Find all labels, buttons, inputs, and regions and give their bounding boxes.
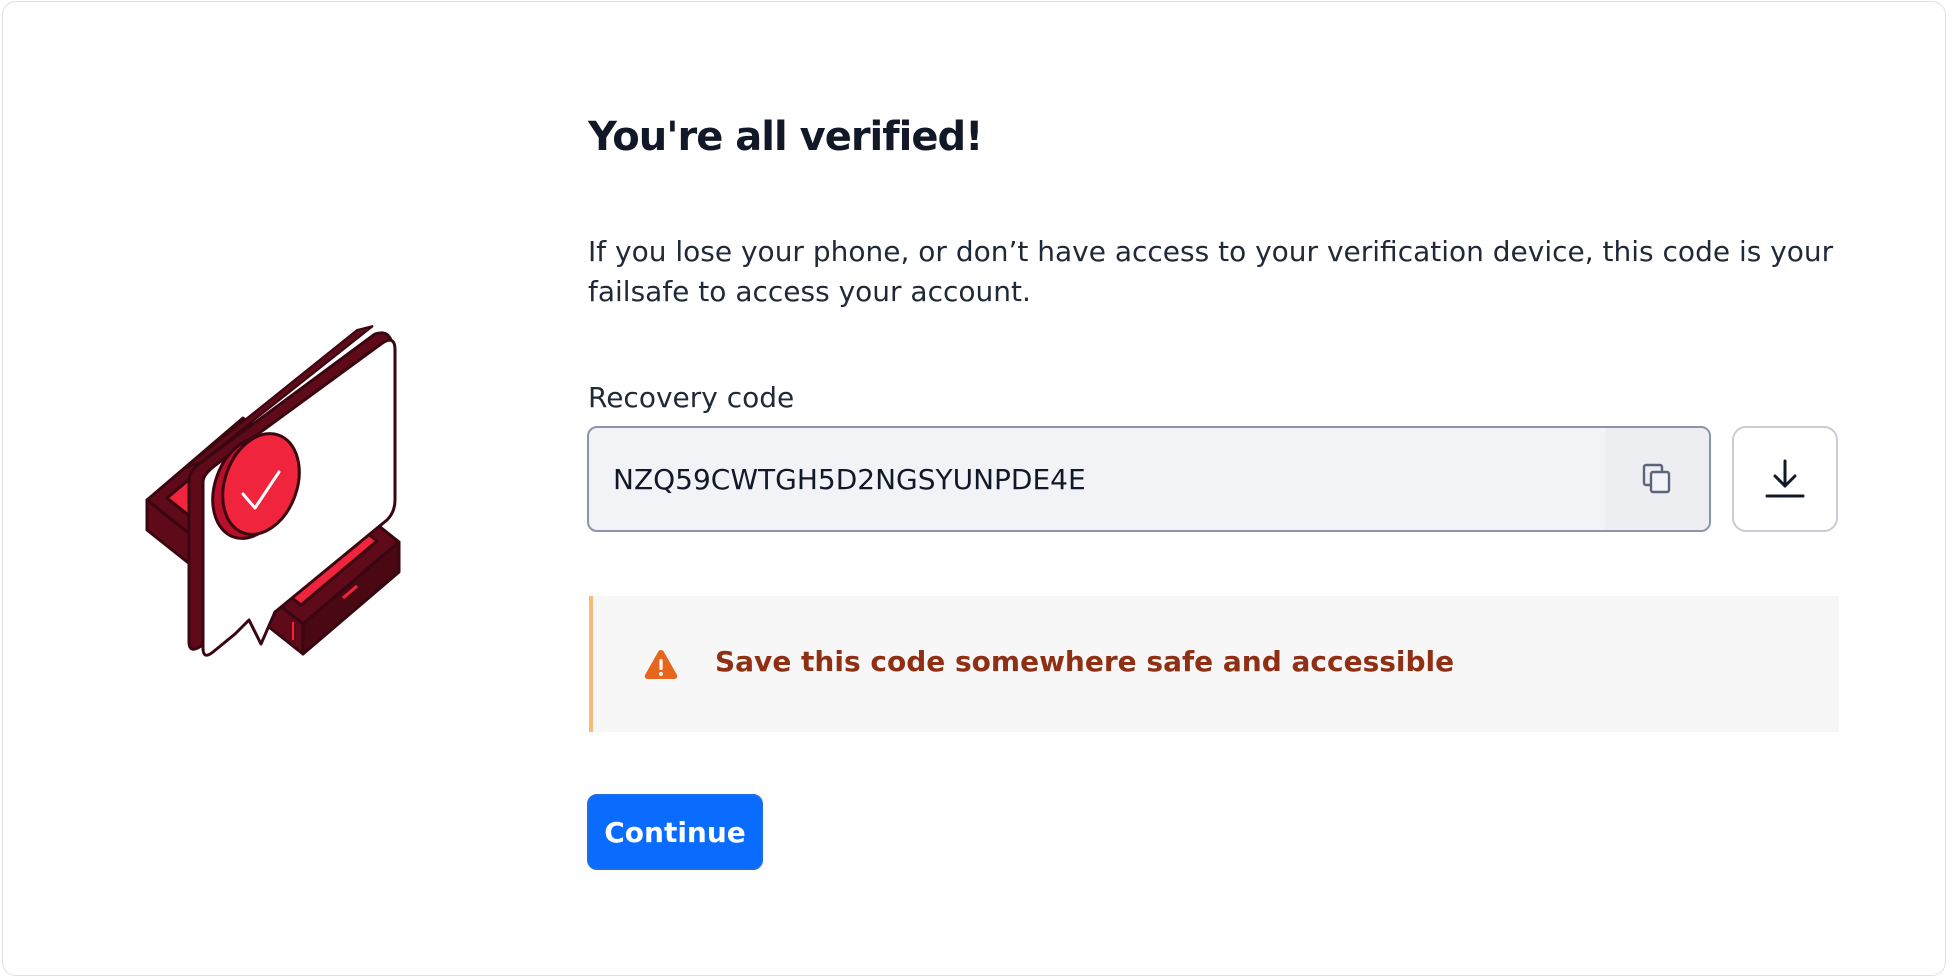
- download-button[interactable]: [1732, 426, 1838, 532]
- warning-text: Save this code somewhere safe and access…: [715, 645, 1455, 678]
- copy-icon: [1642, 463, 1671, 494]
- description-text: If you lose your phone, or don’t have ac…: [588, 235, 1834, 308]
- recovery-code-label: Recovery code: [588, 381, 795, 414]
- page-title: You're all verified!: [588, 114, 983, 160]
- verified-device-illustration: [145, 325, 401, 657]
- copy-button[interactable]: [1605, 428, 1709, 530]
- continue-button[interactable]: Continue: [587, 794, 763, 870]
- download-icon: [1765, 459, 1805, 498]
- verification-card: You're all verified! If you lose your ph…: [2, 1, 1946, 976]
- recovery-code-input[interactable]: [589, 428, 1609, 530]
- recovery-code-field: [587, 426, 1711, 532]
- warning-banner: Save this code somewhere safe and access…: [589, 596, 1839, 732]
- warning-icon: [644, 650, 678, 679]
